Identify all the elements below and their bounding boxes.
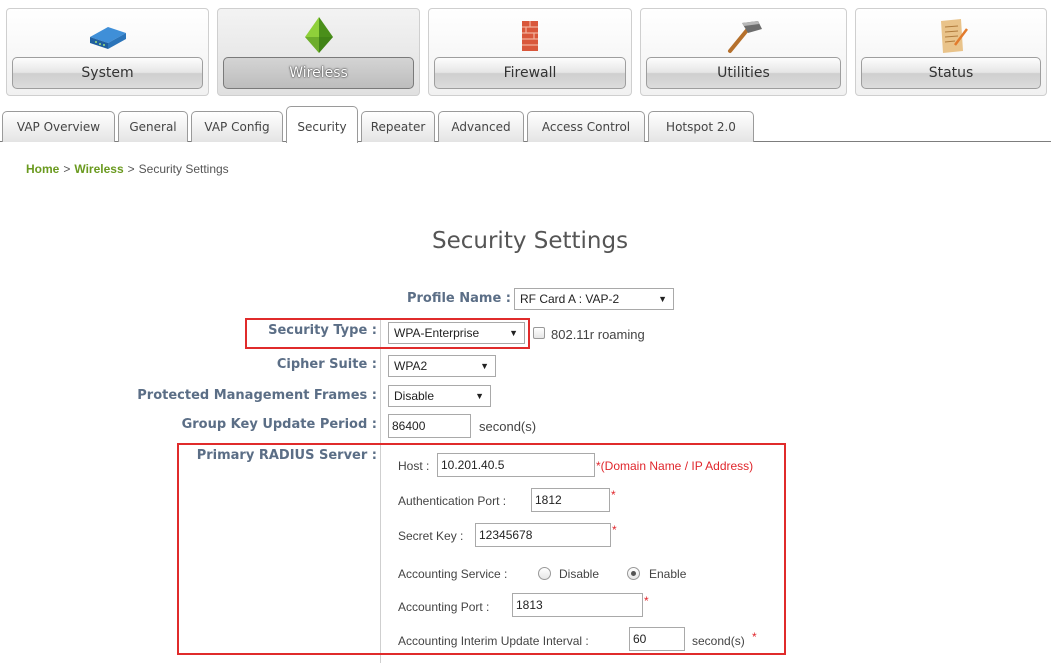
- nav-wireless-label: Wireless: [223, 57, 414, 89]
- highlight-security-type: [245, 318, 530, 349]
- highlight-radius-server: [177, 443, 786, 655]
- sub-tab-bar: VAP Overview General VAP Config Security…: [0, 104, 1051, 143]
- nav-item-utilities[interactable]: Utilities: [640, 8, 847, 96]
- report-icon: [941, 19, 968, 53]
- cipher-suite-select[interactable]: WPA2 ▼: [388, 355, 496, 377]
- wireless-icon: [304, 17, 333, 53]
- group-key-input[interactable]: 86400: [388, 414, 471, 438]
- hammer-icon: [727, 21, 762, 53]
- group-key-label: Group Key Update Period :: [181, 417, 377, 432]
- top-navigation: System Wireless Firewall Utilities Statu…: [0, 0, 1051, 100]
- nav-utilities-label: Utilities: [646, 57, 841, 89]
- profile-name-label: Profile Name :: [406, 291, 511, 306]
- tab-vap-overview[interactable]: VAP Overview: [2, 111, 115, 142]
- nav-item-status[interactable]: Status: [855, 8, 1047, 96]
- dropdown-arrow-icon: ▼: [658, 294, 667, 304]
- profile-name-select[interactable]: RF Card A : VAP-2 ▼: [514, 288, 674, 310]
- tab-security[interactable]: Security: [286, 106, 358, 143]
- breadcrumb: Home > Wireless > Security Settings: [26, 162, 229, 176]
- tab-vap-config[interactable]: VAP Config: [191, 111, 283, 142]
- pmf-select[interactable]: Disable ▼: [388, 385, 491, 407]
- nav-system-label: System: [12, 57, 203, 89]
- pmf-value: Disable: [394, 389, 435, 403]
- cipher-suite-label: Cipher Suite :: [276, 357, 377, 372]
- nav-item-wireless[interactable]: Wireless: [217, 8, 420, 96]
- nav-firewall-label: Firewall: [434, 57, 626, 89]
- tab-hotspot-2[interactable]: Hotspot 2.0: [648, 111, 754, 142]
- network-device-icon: [89, 27, 126, 49]
- roaming-label: 802.11r roaming: [551, 327, 645, 342]
- tab-general[interactable]: General: [118, 111, 188, 142]
- group-key-unit: second(s): [479, 419, 537, 434]
- breadcrumb-current: Security Settings: [138, 162, 229, 176]
- tab-repeater[interactable]: Repeater: [361, 111, 435, 142]
- roaming-checkbox[interactable]: [533, 327, 545, 339]
- nav-status-label: Status: [861, 57, 1041, 89]
- dropdown-arrow-icon: ▼: [480, 361, 489, 371]
- dropdown-arrow-icon: ▼: [475, 391, 484, 401]
- nav-item-system[interactable]: System: [6, 8, 209, 96]
- breadcrumb-separator: >: [127, 162, 135, 176]
- breadcrumb-home[interactable]: Home: [26, 162, 59, 176]
- breadcrumb-separator: >: [63, 162, 71, 176]
- cipher-suite-value: WPA2: [394, 359, 428, 373]
- tab-access-control[interactable]: Access Control: [527, 111, 645, 142]
- nav-item-firewall[interactable]: Firewall: [428, 8, 632, 96]
- pmf-label: Protected Management Frames :: [137, 388, 377, 403]
- profile-name-value: RF Card A : VAP-2: [520, 292, 620, 306]
- breadcrumb-wireless[interactable]: Wireless: [74, 162, 123, 176]
- tab-advanced[interactable]: Advanced: [438, 111, 524, 142]
- page-title: Security Settings: [432, 228, 629, 254]
- firewall-icon: [522, 21, 538, 51]
